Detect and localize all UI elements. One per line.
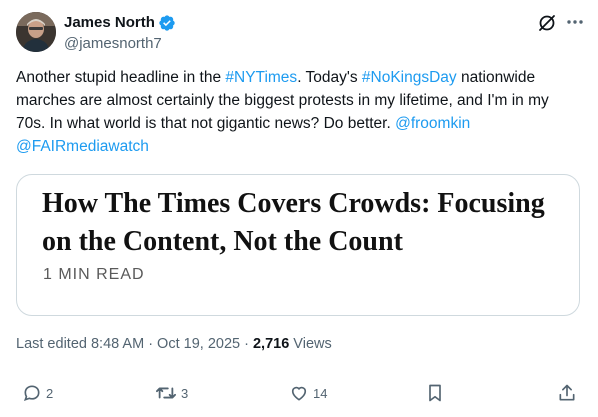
author-display-name[interactable]: James North [64,13,155,33]
verified-badge-icon [158,14,176,32]
edited-timestamp[interactable]: Last edited 8:48 AM · Oct 19, 2025 · [16,336,253,352]
like-count: 14 [313,385,328,401]
bookmark-button[interactable] [425,380,445,406]
views-label: Views [289,336,332,352]
reply-button[interactable]: 2 [22,380,53,406]
hashtag-link-nytimes[interactable]: #NYTimes [225,69,297,86]
repost-count: 3 [181,385,189,401]
mention-link-fairmediawatch[interactable]: @FAIRmediawatch [16,138,149,155]
action-bar: 2 3 14 [0,380,598,406]
tweet-text-segment: Another stupid headline in the [16,69,226,86]
heart-icon [289,383,309,403]
repost-button[interactable]: 3 [155,380,188,406]
hashtag-link-nokingsday[interactable]: #NoKingsDay [362,69,457,86]
author-handle[interactable]: @jamesnorth7 [64,34,162,54]
more-options-icon[interactable] [565,12,585,32]
mention-link-froomkin[interactable]: @froomkin [395,115,470,132]
avatar[interactable] [16,12,56,52]
views-count: 2,716 [252,336,290,352]
repost-icon [155,383,177,403]
share-icon [557,383,577,403]
link-card[interactable]: How The Times Covers Crowds: Focusing on… [16,174,580,316]
grok-icon[interactable] [537,13,557,33]
share-button[interactable] [557,380,577,406]
bookmark-icon [425,383,445,403]
tweet-text-segment: . Today's [297,69,362,86]
tweet-text: Another stupid headline in the #NYTimes.… [16,66,576,158]
reply-count: 2 [46,385,54,401]
card-read-time: 1 MIN READ [43,266,145,283]
card-headline: How The Times Covers Crowds: Focusing on… [42,188,545,257]
like-button[interactable]: 14 [289,380,327,406]
tweet-meta: Last edited 8:48 AM · Oct 19, 2025 · 2,7… [16,334,332,354]
reply-icon [22,383,42,403]
